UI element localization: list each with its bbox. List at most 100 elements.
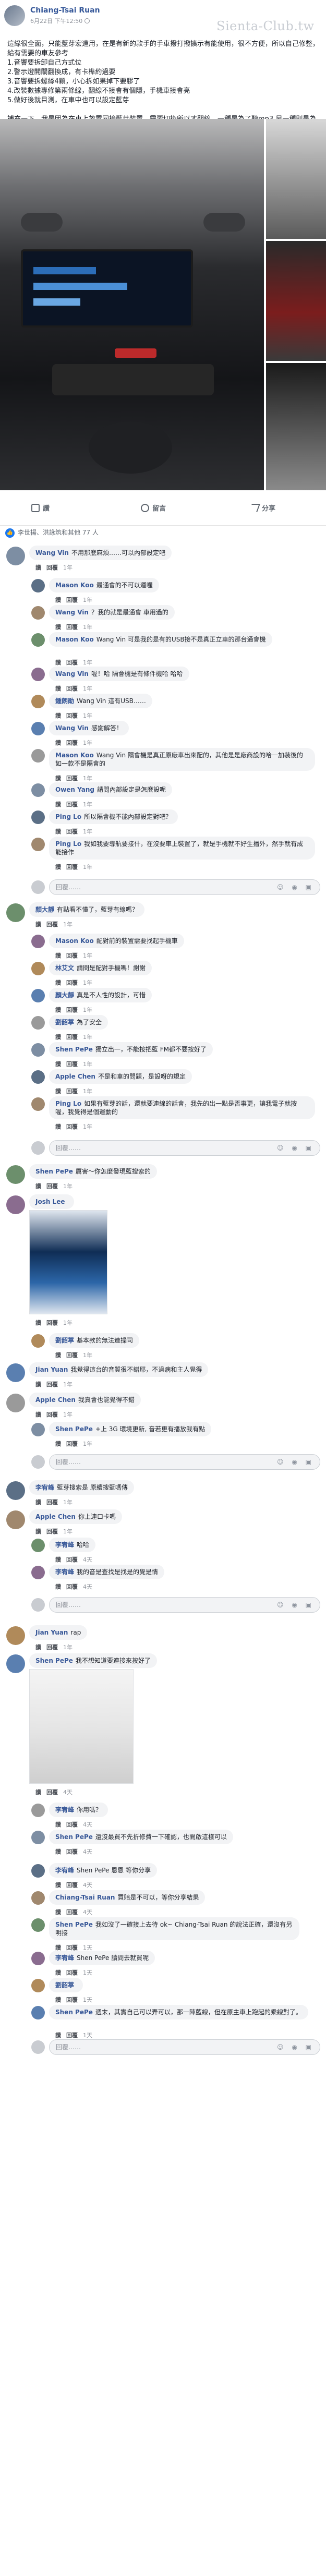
commenter-name[interactable]: Shen PePe	[55, 1046, 93, 1053]
commenter-avatar[interactable]	[31, 579, 45, 592]
comment-reply-link[interactable]: 回覆	[66, 801, 78, 808]
commenter-name[interactable]: Wang Vin	[35, 549, 69, 557]
reply-input[interactable]: 回覆…… ☺ ◉ ▣	[49, 1454, 320, 1470]
photo-side-1[interactable]	[266, 119, 326, 239]
commenter-avatar[interactable]	[31, 633, 45, 647]
commenter-name[interactable]: Shen PePe	[35, 1168, 73, 1175]
comment-like-link[interactable]: 讚	[55, 597, 61, 603]
comment-reply-link[interactable]: 回覆	[66, 1441, 78, 1447]
comment-reply-link[interactable]: 回覆	[66, 659, 78, 666]
comment-like-link[interactable]: 讚	[55, 685, 61, 692]
commenter-name[interactable]: Chiang-Tsai Ruan	[55, 1894, 115, 1901]
comment-reply-link[interactable]: 回覆	[46, 1528, 58, 1535]
commenter-avatar[interactable]	[6, 1394, 25, 1412]
comment-image[interactable]	[29, 1210, 107, 1314]
commenter-name[interactable]: Shen PePe	[55, 1921, 93, 1928]
comment-like-link[interactable]: 讚	[55, 1882, 61, 1889]
commenter-name[interactable]: Ping Lo	[55, 840, 81, 848]
like-button[interactable]: 讚	[31, 503, 50, 513]
commenter-name[interactable]: Shen PePe	[55, 1425, 93, 1433]
comment-like-link[interactable]: 讚	[55, 1352, 61, 1359]
commenter-name[interactable]: Wang Vin	[55, 670, 89, 678]
author-avatar[interactable]	[4, 5, 25, 26]
comment-like-link[interactable]: 讚	[55, 1909, 61, 1916]
comment-reply-link[interactable]: 回覆	[66, 712, 78, 719]
comment-reply-link[interactable]: 回覆	[66, 2032, 78, 2039]
comment-like-link[interactable]: 讚	[35, 564, 41, 571]
commenter-name[interactable]: 李宥峰	[55, 1806, 74, 1813]
comment-reply-link[interactable]: 回覆	[66, 1061, 78, 1068]
commenter-name[interactable]: 鍾朗勛	[55, 697, 74, 705]
commenter-avatar[interactable]	[31, 1891, 45, 1905]
share-button[interactable]: 分享	[249, 503, 275, 513]
comment-reply-link[interactable]: 回覆	[66, 828, 78, 835]
commenter-name[interactable]: 李宥峰	[55, 1541, 74, 1549]
commenter-avatar[interactable]	[31, 2006, 45, 2019]
comment-like-link[interactable]: 讚	[55, 1088, 61, 1095]
comment-reply-link[interactable]: 回覆	[46, 1381, 58, 1388]
commenter-avatar[interactable]	[6, 1363, 25, 1382]
comment-reply-link[interactable]: 回覆	[66, 1352, 78, 1359]
comment-reply-link[interactable]: 回覆	[66, 1007, 78, 1013]
comment-reply-link[interactable]: 回覆	[46, 921, 58, 928]
comment-like-link[interactable]: 讚	[55, 1583, 61, 1590]
comment-reply-link[interactable]: 回覆	[66, 1848, 78, 1855]
comment-like-link[interactable]: 讚	[55, 1441, 61, 1447]
comment-like-link[interactable]: 讚	[55, 775, 61, 782]
comment-like-link[interactable]: 讚	[35, 1528, 41, 1535]
comment-reply-link[interactable]: 回覆	[66, 1969, 78, 1976]
commenter-name[interactable]: Mason Koo	[55, 582, 94, 589]
comment-reply-link[interactable]: 回覆	[66, 1034, 78, 1041]
comment-like-link[interactable]: 讚	[55, 740, 61, 746]
commenter-name[interactable]: Josh Lee	[35, 1198, 65, 1205]
emoji-camera-icons[interactable]: ☺ ◉ ▣	[277, 1598, 315, 1612]
commenter-avatar[interactable]	[31, 1423, 45, 1436]
comment-reply-link[interactable]: 回覆	[66, 1882, 78, 1889]
commenter-name[interactable]: Jian Yuan	[35, 1366, 68, 1373]
commenter-avatar[interactable]	[6, 547, 25, 565]
commenter-name[interactable]: Shen PePe	[35, 1657, 73, 1664]
commenter-name[interactable]: 劉韶葶	[55, 1019, 74, 1026]
commenter-avatar[interactable]	[31, 783, 45, 797]
commenter-name[interactable]: Mason Koo	[55, 752, 94, 759]
comment-reply-link[interactable]: 回覆	[66, 1909, 78, 1916]
reaction-summary[interactable]: 👍 李世揚、洪詠筑和其他 77 人	[5, 528, 99, 541]
commenter-name[interactable]: 顏大靜	[55, 991, 74, 999]
commenter-avatar[interactable]	[31, 1070, 45, 1084]
commenter-avatar[interactable]	[31, 1334, 45, 1348]
commenter-name[interactable]: 劉韶葶	[55, 1981, 74, 1989]
commenter-name[interactable]: Ping Lo	[55, 1100, 81, 1107]
commenter-name[interactable]: Shen PePe	[55, 1833, 93, 1841]
comment-like-link[interactable]: 讚	[35, 921, 41, 928]
comment-like-link[interactable]: 讚	[35, 1499, 41, 1506]
commenter-name[interactable]: 顏大靜	[35, 906, 54, 913]
commenter-avatar[interactable]	[31, 1097, 45, 1111]
comment-reply-link[interactable]: 回覆	[46, 1644, 58, 1651]
comment-like-link[interactable]: 讚	[55, 864, 61, 870]
commenter-avatar[interactable]	[6, 1510, 25, 1529]
reply-input[interactable]: 回覆…… ☺ ◉ ▣	[49, 2039, 320, 2055]
photo-dashboard[interactable]	[0, 119, 264, 490]
commenter-name[interactable]: 林艾文	[55, 964, 74, 972]
commenter-avatar[interactable]	[31, 1539, 45, 1552]
post-timestamp[interactable]: 6月22日 下午12:50	[30, 17, 90, 25]
comment-like-link[interactable]: 讚	[35, 1320, 41, 1326]
commenter-avatar[interactable]	[31, 1043, 45, 1057]
commenter-avatar[interactable]	[31, 722, 45, 735]
comment-image[interactable]	[29, 1669, 134, 1784]
commenter-avatar[interactable]	[6, 1654, 25, 1673]
commenter-name[interactable]: Wang Vin	[55, 609, 89, 616]
commenter-name[interactable]: Apple Chen	[35, 1396, 76, 1404]
commenter-avatar[interactable]	[6, 1195, 25, 1214]
commenter-avatar[interactable]	[31, 668, 45, 681]
commenter-avatar[interactable]	[31, 935, 45, 948]
commenter-avatar[interactable]	[31, 838, 45, 851]
commenter-name[interactable]: Apple Chen	[35, 1513, 76, 1520]
commenter-avatar[interactable]	[31, 1831, 45, 1844]
comment-like-link[interactable]: 讚	[55, 801, 61, 808]
comment-reply-link[interactable]: 回覆	[46, 1183, 58, 1190]
post-author[interactable]: Chiang-Tsai Ruan	[30, 6, 100, 15]
commenter-name[interactable]: Mason Koo	[55, 636, 94, 643]
comment-like-link[interactable]: 讚	[55, 1556, 61, 1563]
emoji-camera-icons[interactable]: ☺ ◉ ▣	[277, 2040, 315, 2054]
